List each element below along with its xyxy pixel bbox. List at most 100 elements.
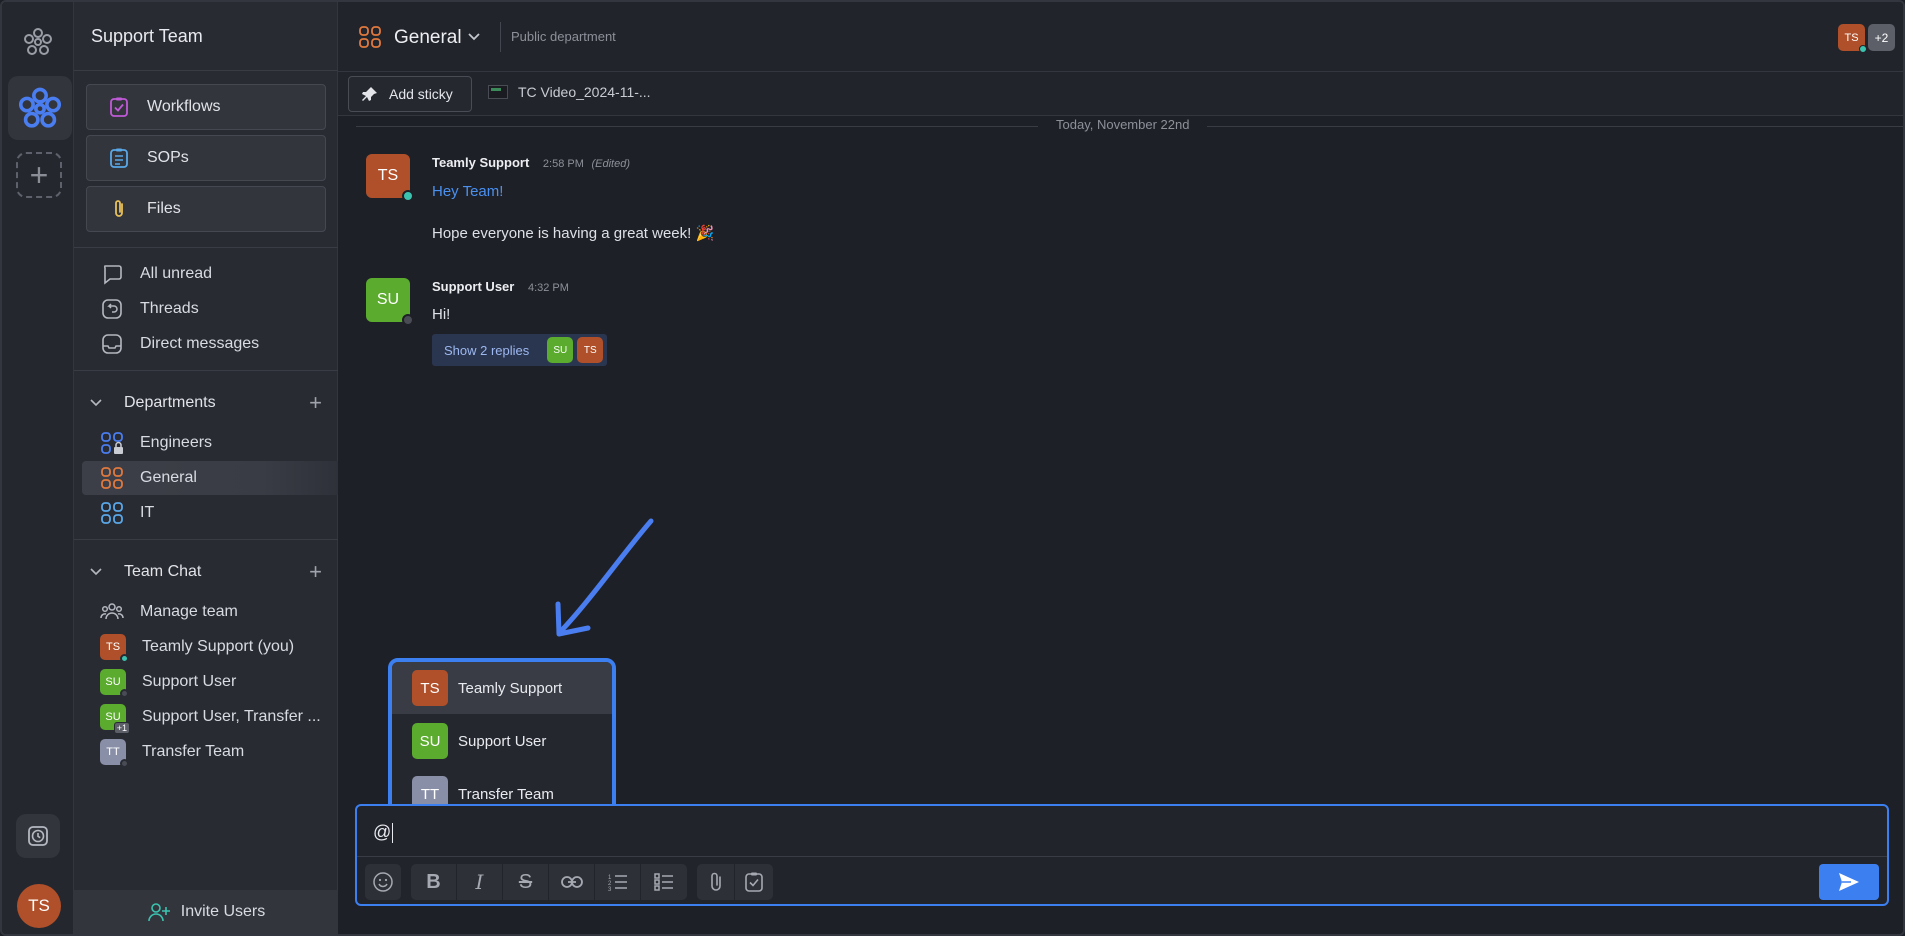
italic-icon: I [475, 870, 484, 894]
mention-option[interactable]: TS Teamly Support [392, 662, 612, 714]
nav-label: Threads [140, 300, 199, 317]
sops-button[interactable]: SOPs [86, 135, 326, 181]
nav-label: All unread [140, 265, 213, 282]
show-replies-button[interactable]: Show 2 replies SU TS [432, 334, 608, 366]
emoji-button[interactable] [365, 864, 401, 900]
avatar-initials: SU [376, 291, 400, 308]
departments-header[interactable]: Departments + [74, 388, 338, 418]
department-general[interactable]: General [82, 461, 338, 495]
avatar-initials: TS [105, 641, 121, 653]
replies-label: Show 2 replies [444, 342, 530, 358]
workflows-button[interactable]: Workflows [86, 84, 326, 130]
paperclip-icon [107, 197, 131, 221]
online-status [120, 654, 129, 663]
add-department-button[interactable]: + [309, 392, 322, 414]
bold-button[interactable]: B [411, 864, 457, 900]
video-file-icon [488, 85, 508, 99]
avatar: SU +1 [100, 704, 130, 734]
files-button[interactable]: Files [86, 186, 326, 232]
nav-threads[interactable]: Threads [74, 292, 338, 326]
sidebar: Support Team Workflows SOPs Files All un… [74, 2, 338, 934]
emoji-group [365, 864, 401, 900]
avatar-initials: TT [106, 746, 120, 758]
channel-title[interactable]: General [394, 27, 462, 49]
mention-option[interactable]: SU Support User [392, 715, 612, 767]
send-button[interactable] [1819, 864, 1879, 900]
avatar-initials: SU [105, 676, 121, 688]
nav-label: Direct messages [140, 335, 260, 352]
department-icon [100, 466, 124, 490]
chat-label: Transfer Team [142, 743, 245, 760]
input-value: @ [373, 822, 392, 842]
app-window: + TS Support Team Workflows SOPs Files A… [0, 0, 1905, 936]
sops-label: SOPs [147, 149, 189, 166]
add-sticky-label: Add sticky [389, 86, 453, 102]
user-avatar[interactable]: TS [17, 884, 61, 928]
channel-toolbar: Add sticky TC Video_2024-11-... [338, 72, 1903, 116]
add-sticky-button[interactable]: Add sticky [348, 76, 472, 112]
department-label: Engineers [140, 434, 213, 451]
link-icon [560, 876, 583, 888]
strikethrough-icon: S [518, 870, 533, 893]
checklist-button[interactable] [641, 864, 687, 900]
chat-bubble-icon [100, 262, 124, 286]
department-label: IT [140, 504, 155, 521]
chevron-down-icon[interactable] [468, 28, 480, 44]
checklist-icon [654, 873, 673, 891]
history-button[interactable] [16, 814, 60, 858]
ordered-list-button[interactable]: 123 [595, 864, 641, 900]
workflow-icon [107, 95, 131, 119]
file-tab[interactable]: TC Video_2024-11-... [488, 84, 651, 100]
nav-direct-messages[interactable]: Direct messages [74, 327, 338, 361]
attach-button[interactable] [697, 864, 735, 900]
avatar-initials: TS [1844, 31, 1859, 44]
workspace-title[interactable]: Support Team [91, 26, 203, 47]
message-avatar[interactable]: TS [366, 154, 414, 202]
department-it[interactable]: IT [74, 496, 338, 530]
link-button[interactable] [549, 864, 595, 900]
add-chat-button[interactable]: + [309, 561, 322, 583]
avatar: TT [100, 739, 129, 768]
author-name: Support User [432, 279, 515, 294]
add-workspace-button[interactable]: + [16, 152, 62, 198]
member-avatar[interactable]: TS [1838, 24, 1867, 53]
message-composer: @ B I S 123 [355, 804, 1889, 906]
more-members-badge[interactable]: +2 [1868, 24, 1895, 51]
chat-group[interactable]: SU +1 Support User, Transfer ... [74, 700, 338, 734]
member-count-badge: +1 [113, 722, 130, 734]
chat-teamly-support[interactable]: TS Teamly Support (you) [74, 630, 338, 664]
message-input[interactable]: @ [373, 822, 394, 844]
strikethrough-button[interactable]: S [503, 864, 549, 900]
chat-transfer-team[interactable]: TT Transfer Team [74, 735, 338, 769]
team-chat-header[interactable]: Team Chat + [74, 557, 338, 587]
nav-all-unread[interactable]: All unread [74, 257, 338, 291]
avatar-initials: TS [377, 167, 399, 184]
mention-suggestions: TS Teamly Support SU Support User TT Tra… [388, 658, 616, 818]
channel-header: General Public department TS +2 [338, 2, 1903, 72]
message-time: 4:32 PM [527, 282, 569, 294]
message-author[interactable]: Teamly Support 2:58 PM (Edited) [432, 155, 630, 170]
chat-support-user[interactable]: SU Support User [74, 665, 338, 699]
clipboard-check-icon [745, 872, 763, 892]
department-icon [358, 25, 382, 54]
italic-button[interactable]: I [457, 864, 503, 900]
annotation-arrow-icon [555, 518, 654, 637]
workspace-support-team[interactable] [8, 76, 72, 140]
message-author[interactable]: Support User 4:32 PM [432, 279, 569, 294]
workflows-label: Workflows [147, 98, 221, 115]
department-label: General [140, 469, 197, 486]
ordered-list-icon: 123 [608, 875, 627, 891]
inbox-icon [100, 332, 124, 356]
avatar: SU [412, 723, 448, 759]
avatar: TS [100, 634, 129, 663]
task-button[interactable] [735, 864, 773, 900]
message-avatar[interactable]: SU [366, 278, 414, 326]
app-logo-icon[interactable] [22, 26, 54, 58]
file-tab-label: TC Video_2024-11-... [518, 84, 651, 100]
manage-team[interactable]: Manage team [74, 595, 338, 629]
invite-users-button[interactable]: Invite Users [74, 890, 338, 934]
users-icon [100, 600, 124, 624]
divider [74, 247, 338, 248]
department-engineers[interactable]: Engineers [74, 426, 338, 460]
reply-avatar: TS [577, 337, 604, 363]
